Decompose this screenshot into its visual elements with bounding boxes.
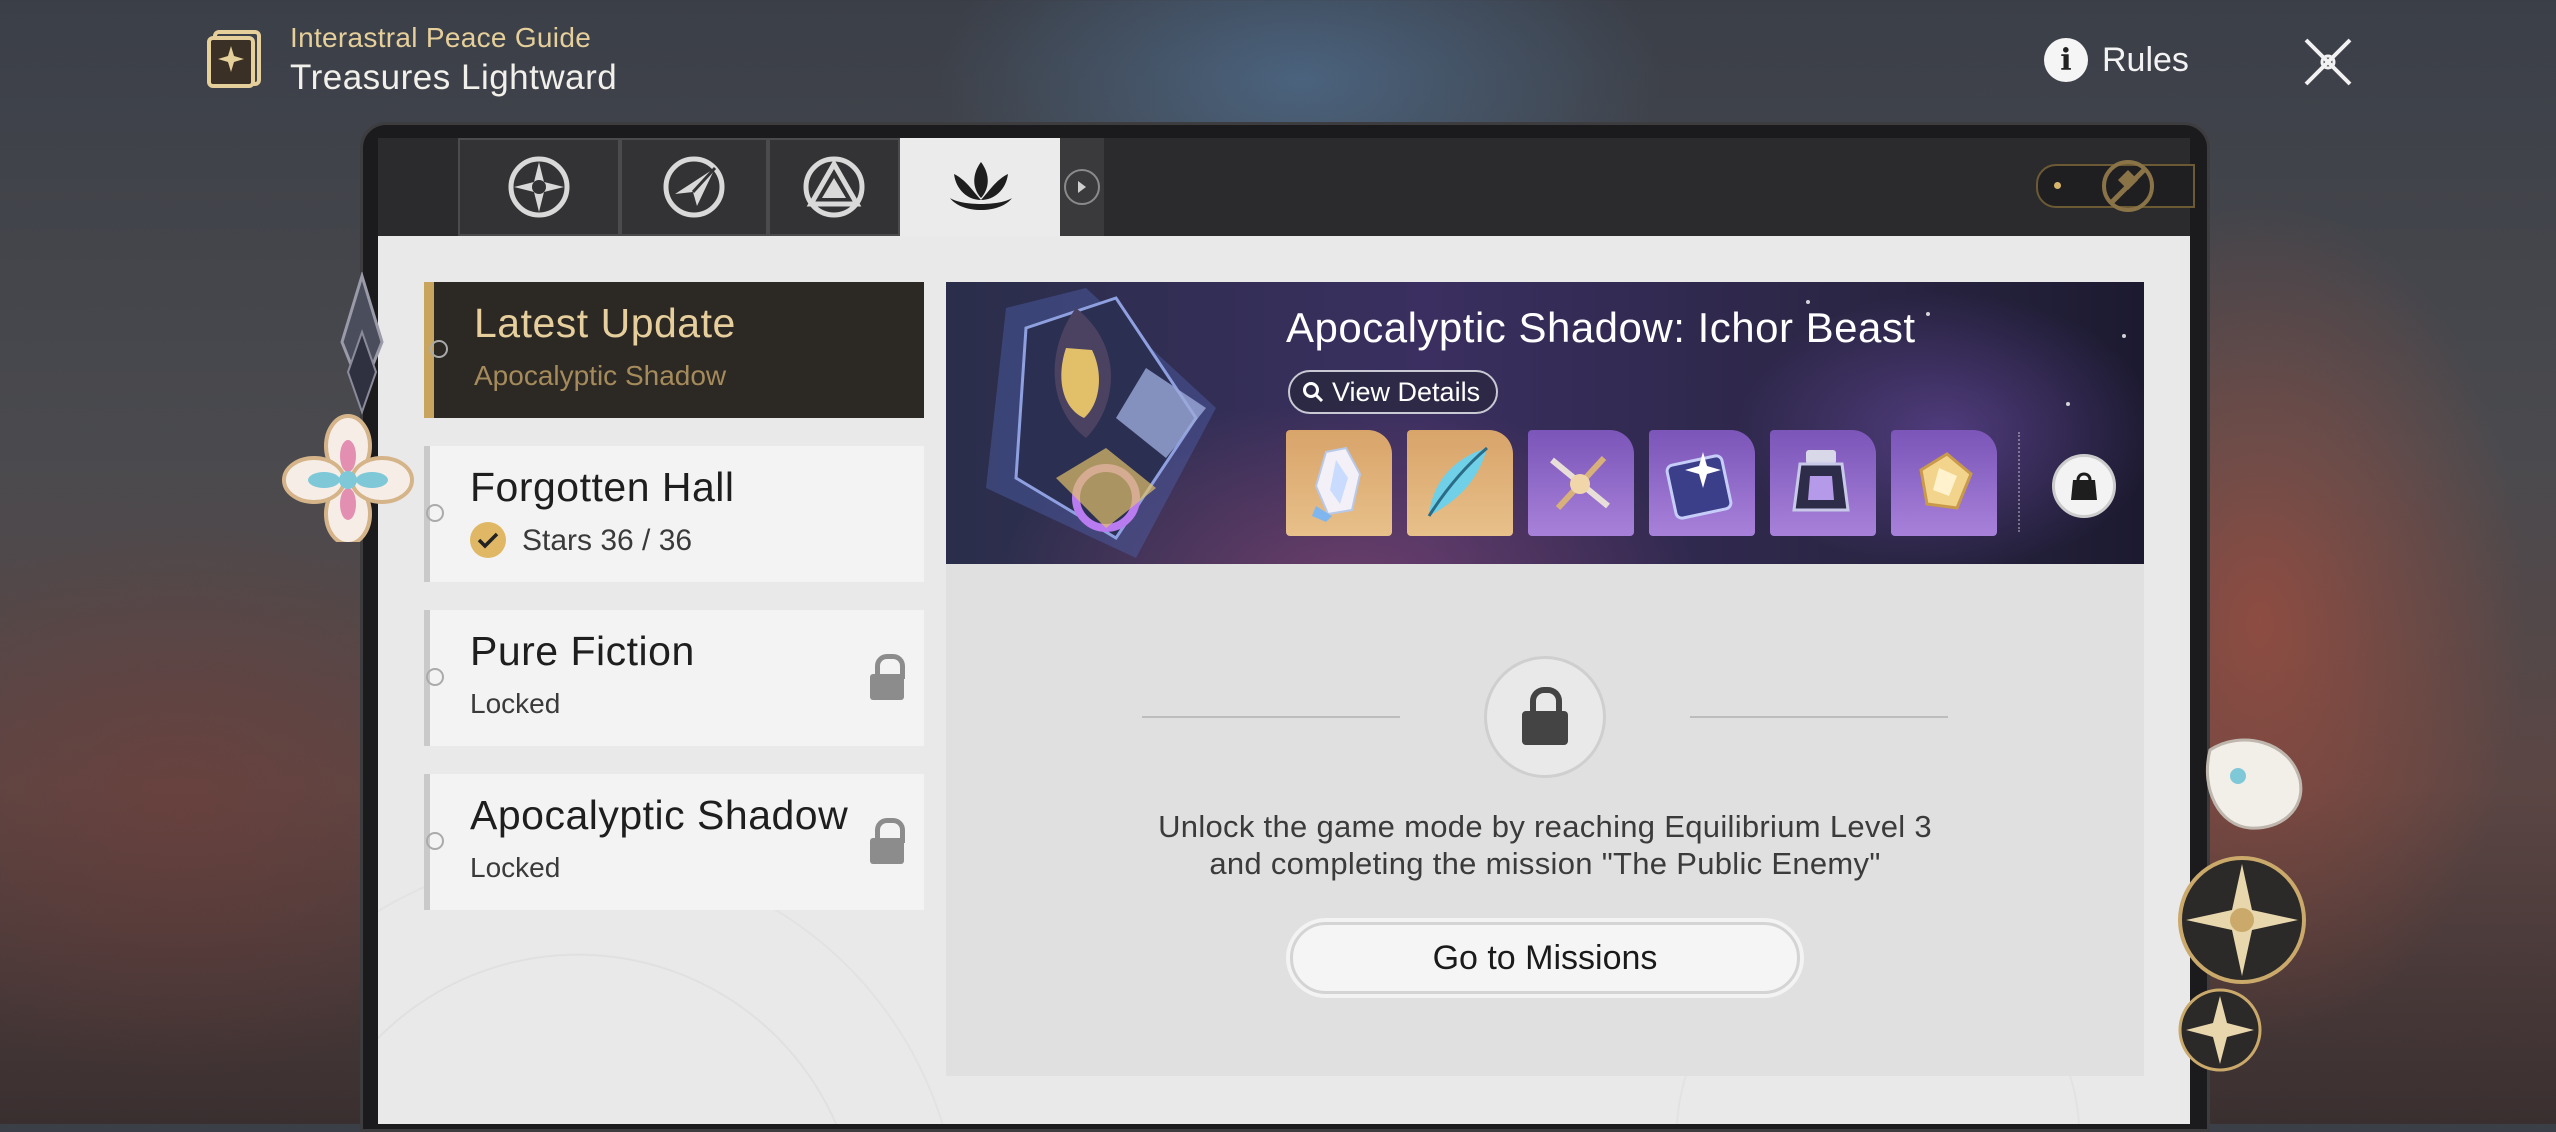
event-banner: Apocalyptic Shadow: Ichor Beast View Det… <box>946 282 2144 564</box>
reward-item[interactable] <box>1891 430 1997 536</box>
mode-subtitle: Locked <box>470 688 561 719</box>
star-emblem-icon <box>508 156 570 218</box>
mode-title: Forgotten Hall <box>470 464 735 510</box>
potion-icon <box>1792 450 1850 512</box>
boss-artwork <box>986 288 1216 558</box>
mode-card-apocalyptic-shadow[interactable]: Apocalyptic Shadow Locked <box>424 774 924 910</box>
go-to-missions-button[interactable]: Go to Missions <box>1290 922 1800 994</box>
banner-title: Apocalyptic Shadow: Ichor Beast <box>1286 304 1916 351</box>
mode-subtitle: Apocalyptic Shadow <box>474 360 727 391</box>
tab-lotus-emblem[interactable] <box>900 138 1062 236</box>
compass-arrow-icon <box>663 156 725 218</box>
guide-book-icon <box>205 28 273 90</box>
chevron-right-icon <box>1064 169 1100 205</box>
reward-item[interactable] <box>1770 430 1876 536</box>
close-button[interactable] <box>2300 34 2356 90</box>
star-sparkle <box>2066 402 2070 406</box>
rules-button[interactable]: i Rules <box>2044 36 2189 84</box>
reward-separator <box>2018 432 2022 532</box>
mode-title: Pure Fiction <box>470 628 695 674</box>
star-sparkle <box>2122 334 2126 338</box>
check-icon <box>470 522 506 558</box>
reward-item[interactable] <box>1286 430 1392 536</box>
lock-icon <box>866 654 908 702</box>
view-details-button[interactable]: View Details <box>1288 370 1499 414</box>
tab-compass-arrow[interactable] <box>620 138 768 236</box>
shop-button[interactable] <box>2052 454 2116 518</box>
crossed-keys-icon <box>1550 455 1610 511</box>
locked-panel: Unlock the game mode by reaching Equilib… <box>946 564 2144 1076</box>
card-dot <box>426 668 444 686</box>
ornament-decoration <box>282 270 422 546</box>
divider-line <box>1690 716 1948 718</box>
lock-icon <box>1484 656 1606 778</box>
unlock-requirement-text: Unlock the game mode by reaching Equilib… <box>946 808 2144 882</box>
star-sparkle <box>1926 312 1930 316</box>
close-icon <box>2304 38 2352 86</box>
page-title: Treasures Lightward <box>290 58 618 97</box>
card-dot <box>426 832 444 850</box>
card-dot <box>426 504 444 522</box>
info-icon: i <box>2044 38 2088 82</box>
mode-subtitle: Locked <box>470 852 561 883</box>
lotus-emblem-icon <box>950 162 1012 210</box>
unlock-line-2: and completing the mission "The Public E… <box>1209 846 1881 881</box>
reward-item[interactable] <box>1407 430 1513 536</box>
crystal-icon <box>1312 446 1362 522</box>
star-book-icon <box>1665 452 1733 520</box>
flower-ornament-decoration <box>2150 730 2340 1090</box>
mode-card-pure-fiction[interactable]: Pure Fiction Locked <box>424 610 924 746</box>
bag-icon <box>2071 472 2097 500</box>
trailblaze-badge <box>2036 160 2195 212</box>
divider-line <box>1142 716 1400 718</box>
mode-title: Latest Update <box>474 300 736 346</box>
mode-title: Apocalyptic Shadow <box>470 792 849 838</box>
header-subtitle: Interastral Peace Guide <box>290 22 592 53</box>
badge-dot <box>2054 182 2061 189</box>
card-dot <box>430 340 448 358</box>
tab-scroll-next-button[interactable] <box>1060 138 1104 236</box>
reward-item[interactable] <box>1528 430 1634 536</box>
lock-icon <box>866 818 908 866</box>
tab-star-emblem[interactable] <box>458 138 620 236</box>
mode-card-forgotten-hall[interactable]: Forgotten Hall Stars 36 / 36 <box>424 446 924 582</box>
triangle-emblem-icon <box>803 156 865 218</box>
feather-icon <box>1427 446 1488 517</box>
search-icon <box>1303 382 1324 403</box>
view-details-label: View Details <box>1332 376 1481 407</box>
stars-progress: Stars 36 / 36 <box>522 524 693 557</box>
tab-triangle-emblem[interactable] <box>768 138 900 236</box>
rules-label: Rules <box>2102 40 2189 79</box>
unlock-line-1: Unlock the game mode by reaching Equilib… <box>1158 809 1932 844</box>
mode-card-latest-update[interactable]: Latest Update Apocalyptic Shadow <box>424 282 924 418</box>
reward-item[interactable] <box>1649 430 1755 536</box>
emblem-badge-icon <box>2102 160 2154 212</box>
gem-icon <box>1919 452 1973 510</box>
